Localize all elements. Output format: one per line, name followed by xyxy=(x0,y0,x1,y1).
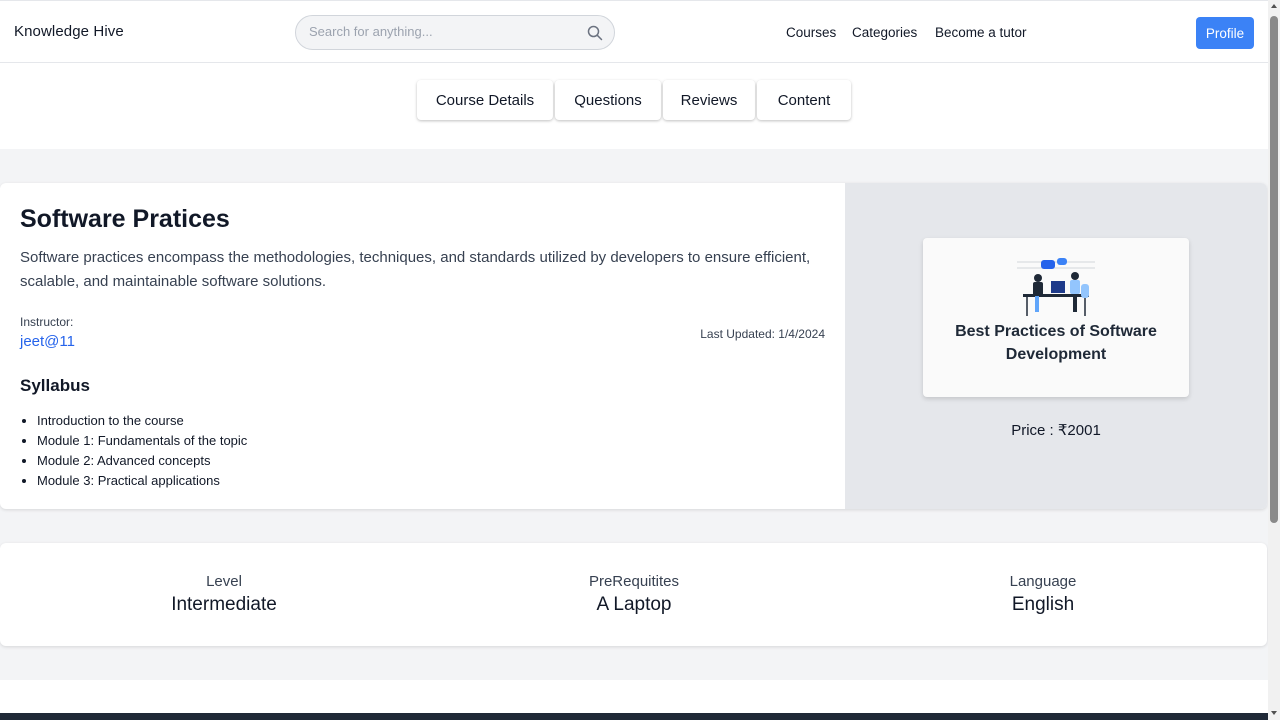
tab-questions[interactable]: Questions xyxy=(555,80,661,120)
level-value: Intermediate xyxy=(171,594,277,615)
syllabus-item: Module 2: Advanced concepts xyxy=(37,451,247,471)
page-scrollbar[interactable] xyxy=(1268,0,1280,720)
thumbnail-title: Best Practices of Software Development xyxy=(923,320,1189,366)
prereq-label: PreRequitites xyxy=(588,573,680,590)
meta-level: Level Intermediate xyxy=(94,573,354,616)
course-details-card: Software Pratices Software practices enc… xyxy=(0,183,1267,509)
course-thumbnail[interactable]: Best Practices of Software Development xyxy=(923,238,1189,397)
nav-become-tutor[interactable]: Become a tutor xyxy=(935,25,1027,40)
language-value: English xyxy=(1011,594,1075,615)
level-label: Level xyxy=(206,573,242,590)
syllabus-item: Module 1: Fundamentals of the topic xyxy=(37,431,247,451)
last-updated: Last Updated: 1/4/2024 xyxy=(700,327,825,341)
syllabus-item: Introduction to the course xyxy=(37,411,247,431)
course-info: Software Pratices Software practices enc… xyxy=(0,183,845,509)
tab-course-details[interactable]: Course Details xyxy=(417,80,553,120)
profile-button[interactable]: Profile xyxy=(1196,17,1254,49)
tabs-bar: Course Details Questions Reviews Content xyxy=(0,63,1268,149)
course-meta-card: Level Intermediate PreRequitites A Lapto… xyxy=(0,543,1267,646)
nav-categories[interactable]: Categories xyxy=(852,25,917,40)
thumbnail-title-line: Best Practices of Software xyxy=(955,323,1157,340)
course-price: Price : ₹2001 xyxy=(1011,422,1101,439)
nav-courses[interactable]: Courses xyxy=(786,25,836,40)
language-label: Language xyxy=(1009,573,1077,590)
scrollbar-thumb[interactable] xyxy=(1270,16,1278,523)
syllabus-item: Module 3: Practical applications xyxy=(37,471,247,491)
syllabus-list: Introduction to the course Module 1: Fun… xyxy=(37,411,247,491)
top-navbar: Knowledge Hive Courses Categories Become… xyxy=(0,0,1268,63)
search-icon[interactable] xyxy=(587,25,603,41)
brand-logo[interactable]: Knowledge Hive xyxy=(14,23,124,40)
course-description: Software practices encompass the methodo… xyxy=(20,249,811,290)
thumbnail-title-line: Development xyxy=(1005,346,1107,363)
meta-prerequisites: PreRequitites A Laptop xyxy=(504,573,764,616)
tab-reviews[interactable]: Reviews xyxy=(663,80,755,120)
scroll-up-arrow-icon[interactable] xyxy=(1271,4,1277,8)
course-title: Software Pratices xyxy=(20,205,230,233)
instructor-label: Instructor: xyxy=(20,315,74,329)
instructor-link[interactable]: jeet@11 xyxy=(20,333,75,350)
meta-language: Language English xyxy=(913,573,1173,616)
syllabus-title: Syllabus xyxy=(20,376,90,395)
footer-strip xyxy=(0,713,1268,720)
developers-illustration-icon xyxy=(1017,258,1095,316)
search-bar[interactable] xyxy=(295,15,615,50)
search-input[interactable] xyxy=(309,24,579,39)
next-section xyxy=(0,680,1268,713)
scroll-down-arrow-icon[interactable] xyxy=(1271,711,1277,715)
course-preview-panel: Best Practices of Software Development P… xyxy=(845,183,1267,509)
prereq-value: A Laptop xyxy=(596,594,672,615)
tab-content[interactable]: Content xyxy=(757,80,851,120)
